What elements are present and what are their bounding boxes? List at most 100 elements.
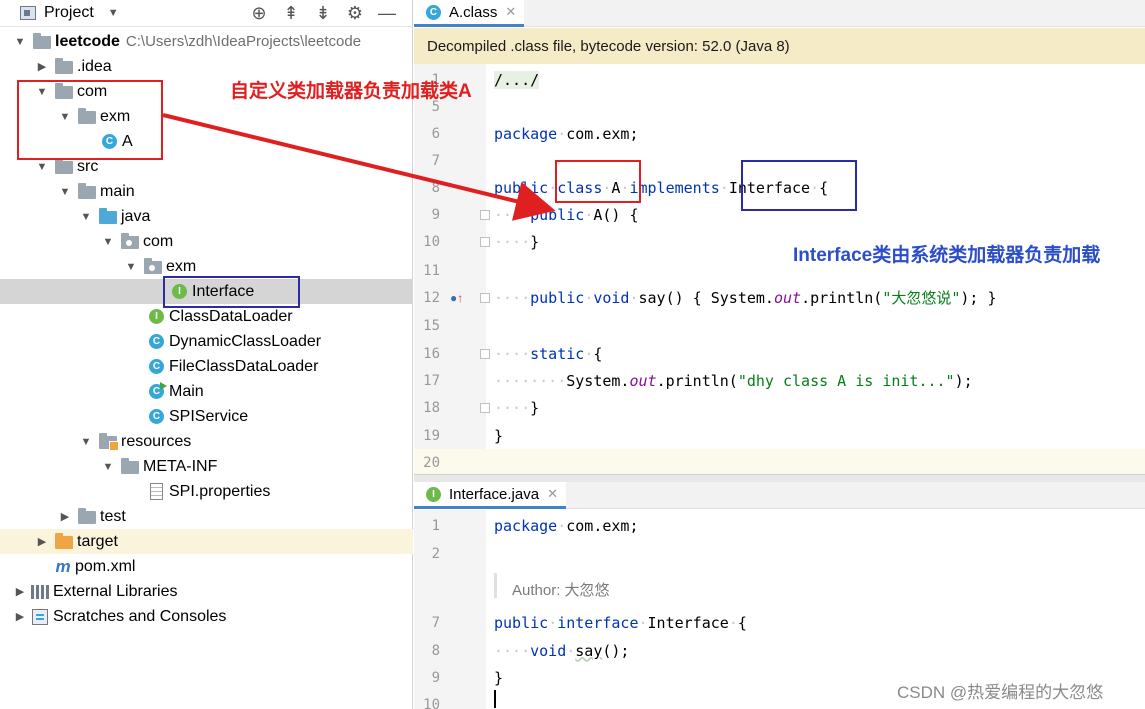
chevron-down-icon[interactable]: ▼: [58, 186, 72, 198]
chevron-down-icon[interactable]: ▼: [13, 36, 27, 48]
chevron-down-icon[interactable]: ▼: [101, 461, 115, 473]
tree-item-dynamicclassloader[interactable]: C DynamicClassLoader: [0, 329, 413, 354]
doc-comment-bar: [494, 573, 497, 598]
tree-item-label: pom.xml: [75, 557, 136, 575]
fold-icon[interactable]: [480, 348, 490, 359]
code-line: 6 package·com.exm;: [414, 120, 1145, 147]
interface-icon: I: [426, 486, 441, 502]
tree-item-resources[interactable]: ▼ resources: [0, 429, 413, 454]
line-number: 2: [431, 545, 440, 562]
line-number: 7: [431, 152, 440, 169]
tree-item-target[interactable]: ▶ target: [0, 529, 413, 554]
tree-item-label: leetcode: [55, 32, 120, 50]
code-text: ····static·{: [494, 344, 603, 363]
folder-icon: [121, 458, 139, 474]
close-icon[interactable]: ✕: [547, 486, 558, 502]
code-text: ····}: [494, 232, 540, 251]
tree-item-spiservice[interactable]: C SPIService: [0, 404, 413, 429]
tree-item-label: target: [77, 532, 118, 550]
code-line: 19 }: [414, 422, 1145, 449]
tree-item-java[interactable]: ▼ java: [0, 204, 413, 229]
code-text: ····public·A() {: [494, 205, 639, 224]
chevron-right-icon[interactable]: ▶: [13, 585, 27, 598]
chevron-down-icon[interactable]: ▼: [35, 161, 49, 173]
collapse-all-icon[interactable]: ⇟: [312, 2, 334, 24]
chevron-down-icon[interactable]: ▼: [101, 236, 115, 248]
close-icon[interactable]: ✕: [505, 4, 516, 20]
tree-item-label: Scratches and Consoles: [53, 607, 227, 625]
chevron-down-icon[interactable]: ▼: [108, 7, 119, 19]
tree-item-leetcode[interactable]: ▼ leetcode C:\Users\zdh\IdeaProjects\lee…: [0, 29, 413, 54]
tree-item-meta-inf[interactable]: ▼ META-INF: [0, 454, 413, 479]
tree-item-label: META-INF: [143, 457, 218, 475]
code-line: 1 package·com.exm;: [414, 512, 1145, 539]
code-line: 8 ····void·say();: [414, 637, 1145, 664]
folded-region[interactable]: /.../: [494, 70, 540, 89]
annotation-system-loader: Interface类由系统类加载器负责加载: [793, 245, 1101, 266]
chevron-down-icon[interactable]: ▼: [124, 261, 138, 273]
author-doc-comment[interactable]: Author: 大忽悠: [512, 579, 610, 600]
fold-icon[interactable]: [480, 209, 490, 220]
project-title[interactable]: Project: [44, 4, 94, 22]
library-icon: [31, 584, 49, 599]
line-number: 11: [423, 262, 440, 279]
fold-icon[interactable]: [480, 402, 490, 413]
tree-item-label: SPI.properties: [169, 482, 271, 500]
expand-all-icon[interactable]: ⇞: [280, 2, 302, 24]
editor-splitter[interactable]: [414, 474, 1145, 482]
scratches-icon: [32, 608, 48, 625]
tree-item-fileclassdataloader[interactable]: C FileClassDataLoader: [0, 354, 413, 379]
line-number: 9: [431, 669, 440, 686]
tree-item-label: src: [77, 157, 99, 175]
properties-file-icon: [150, 483, 163, 500]
line-number: 18: [423, 399, 440, 416]
line-number: 20: [423, 454, 440, 471]
fold-icon[interactable]: [480, 236, 490, 247]
source-folder-icon: [99, 208, 117, 224]
package-icon: [121, 233, 139, 249]
code-line: 17 ········System.out.println("dhy class…: [414, 367, 1145, 394]
code-line: 18 ····}: [414, 394, 1145, 421]
editor-a-class[interactable]: 1 /.../ 5 6 package·com.exm; 7 8 public·…: [414, 64, 1145, 474]
tree-item-main-class[interactable]: C Main: [0, 379, 413, 404]
tree-item-test[interactable]: ▶ test: [0, 504, 413, 529]
gear-icon[interactable]: ⚙: [344, 2, 366, 24]
code-text: ········System.out.println("dhy class A …: [494, 371, 973, 390]
highlight-box-interface-tree: [163, 276, 300, 308]
hide-icon[interactable]: —: [376, 2, 398, 24]
annotation-custom-loader: 自定义类加载器负责加载类A: [230, 81, 472, 102]
chevron-right-icon[interactable]: ▶: [35, 535, 49, 548]
code-text: ····public·void·say() { System.out.print…: [494, 289, 997, 307]
line-number: 7: [431, 614, 440, 631]
folder-icon: [55, 58, 73, 74]
implements-method-icon[interactable]: ●↑: [450, 291, 463, 305]
code-text: ····}: [494, 398, 540, 417]
chevron-down-icon[interactable]: ▼: [79, 436, 93, 448]
line-number: 6: [431, 125, 440, 142]
tree-item-com-package[interactable]: ▼ com: [0, 229, 413, 254]
code-line: 7 public·interface·Interface·{: [414, 609, 1145, 636]
code-text: package·com.exm;: [494, 516, 639, 535]
locate-icon[interactable]: ⊕: [248, 2, 270, 24]
tree-item-label: External Libraries: [53, 582, 178, 600]
chevron-right-icon[interactable]: ▶: [35, 60, 49, 73]
tab-interface-java[interactable]: I Interface.java ✕: [414, 482, 566, 509]
tree-item-pom-xml[interactable]: m pom.xml: [0, 554, 413, 579]
decompiled-banner: Decompiled .class file, bytecode version…: [414, 28, 1145, 64]
line-number: 1: [431, 517, 440, 534]
highlight-box-interface-code: [741, 160, 857, 211]
tree-item-main[interactable]: ▼ main: [0, 179, 413, 204]
project-view-icon: [20, 6, 36, 20]
tree-item-external-libraries[interactable]: ▶ External Libraries: [0, 579, 413, 604]
tree-item-label: DynamicClassLoader: [169, 332, 322, 350]
tree-item-spi-properties[interactable]: SPI.properties: [0, 479, 413, 504]
package-icon: [144, 258, 162, 274]
fold-icon[interactable]: [480, 292, 490, 303]
code-text: }: [494, 426, 504, 445]
chevron-right-icon[interactable]: ▶: [58, 510, 72, 523]
chevron-right-icon[interactable]: ▶: [13, 610, 27, 623]
tab-a-class[interactable]: C A.class ✕: [414, 0, 525, 27]
chevron-down-icon[interactable]: ▼: [79, 211, 93, 223]
interface-icon: I: [149, 309, 164, 324]
tree-item-scratches[interactable]: ▶ Scratches and Consoles: [0, 604, 413, 629]
